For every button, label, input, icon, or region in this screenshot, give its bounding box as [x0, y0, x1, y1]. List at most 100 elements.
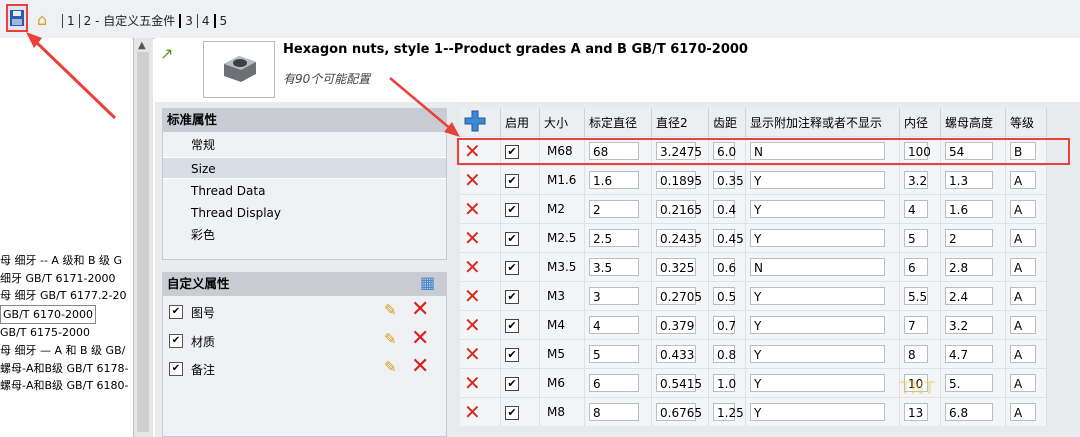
- table-row[interactable]: ✕ ✔ M3.5 3.5 0.325 0.6 N 6 2.8 A: [460, 252, 1047, 282]
- cell-input[interactable]: 2: [945, 229, 993, 247]
- cell-input[interactable]: A: [1010, 258, 1036, 276]
- enabled-checkbox[interactable]: ✔: [505, 347, 519, 362]
- save-button[interactable]: [6, 4, 28, 32]
- cell-input[interactable]: A: [1010, 200, 1036, 218]
- std-item-size[interactable]: Size: [163, 157, 446, 179]
- column-header[interactable]: 直径2: [651, 108, 709, 137]
- cell-input[interactable]: 4: [904, 200, 928, 218]
- cell-input[interactable]: 1.6: [589, 171, 639, 189]
- delete-row-icon[interactable]: ✕: [464, 197, 481, 221]
- column-header[interactable]: 启用: [500, 108, 540, 137]
- table-row[interactable]: ✕ ✔ M8 8 0.6765 1.25 Y 13 6.8 A: [460, 397, 1047, 426]
- cell-input[interactable]: 1.25: [713, 403, 744, 421]
- column-header[interactable]: 显示附加注释或者不显示: [745, 108, 900, 137]
- cell-input[interactable]: Y: [750, 287, 885, 305]
- list-item[interactable]: 螺母-A和B级 GB/T 6178-: [0, 360, 132, 378]
- table-row[interactable]: ✕ ✔ M6 6 0.5415 1.0 Y 10 5. A: [460, 368, 1047, 398]
- column-header[interactable]: 大小: [539, 108, 585, 137]
- tab-1[interactable]: 1: [67, 14, 75, 28]
- cell-input[interactable]: 1.6: [945, 200, 993, 218]
- delete-row-icon[interactable]: ✕: [464, 226, 481, 250]
- cell-input[interactable]: 54: [945, 142, 993, 160]
- cell-input[interactable]: 0.6: [713, 258, 736, 276]
- cell-input[interactable]: 0.5415: [656, 374, 702, 392]
- vertical-scrollbar[interactable]: ▲: [133, 38, 153, 437]
- cell-input[interactable]: 0.2165: [656, 200, 702, 218]
- cell-input[interactable]: Y: [750, 345, 885, 363]
- cell-input[interactable]: 6: [904, 258, 928, 276]
- cell-input[interactable]: 0.2435: [656, 229, 702, 247]
- cell-input[interactable]: Y: [750, 229, 885, 247]
- cell-input[interactable]: B: [1010, 142, 1036, 160]
- cell-input[interactable]: 0.45: [713, 229, 744, 247]
- home-icon[interactable]: ⌂: [37, 10, 47, 29]
- cell-input[interactable]: 2.8: [945, 258, 993, 276]
- cell-input[interactable]: A: [1010, 403, 1036, 421]
- column-header[interactable]: 等级: [1005, 108, 1047, 137]
- delete-icon[interactable]: ✕: [411, 356, 429, 378]
- add-row-button[interactable]: [460, 108, 501, 137]
- cell-input[interactable]: 5: [589, 345, 639, 363]
- enabled-checkbox[interactable]: ✔: [505, 405, 519, 420]
- enabled-checkbox[interactable]: ✔: [505, 231, 519, 246]
- enabled-checkbox[interactable]: ✔: [505, 260, 519, 275]
- table-row[interactable]: ✕ ✔ M2 2 0.2165 0.4 Y 4 1.6 A: [460, 194, 1047, 224]
- column-header[interactable]: 齿距: [708, 108, 746, 137]
- cell-input[interactable]: N: [750, 142, 885, 160]
- cell-input[interactable]: 8: [589, 403, 639, 421]
- column-header[interactable]: 内径: [899, 108, 941, 137]
- delete-row-icon[interactable]: ✕: [464, 371, 481, 395]
- delete-row-icon[interactable]: ✕: [464, 255, 481, 279]
- cell-input[interactable]: 2.5: [589, 229, 639, 247]
- table-row[interactable]: ✕ ✔ M1.6 1.6 0.1895 0.35 Y 3.2 1.3 A: [460, 165, 1047, 195]
- cell-input[interactable]: N: [750, 258, 885, 276]
- cell-input[interactable]: 68: [589, 142, 639, 160]
- delete-row-icon[interactable]: ✕: [464, 284, 481, 308]
- cell-input[interactable]: 0.8: [713, 345, 736, 363]
- cell-input[interactable]: 2: [589, 200, 639, 218]
- enabled-checkbox[interactable]: ✔: [505, 144, 519, 159]
- edit-icon[interactable]: ✎: [384, 358, 397, 376]
- scroll-up-icon[interactable]: ▲: [138, 40, 146, 51]
- custom-prop-checkbox[interactable]: ✔: [169, 305, 183, 319]
- list-item[interactable]: 母 细牙 — A 和 B 级 GB/: [0, 342, 132, 360]
- cell-input[interactable]: 5: [904, 229, 928, 247]
- enabled-checkbox[interactable]: ✔: [505, 318, 519, 333]
- cell-input[interactable]: A: [1010, 287, 1036, 305]
- list-item[interactable]: 母 细牙 -- A 级和 B 级 G: [0, 252, 132, 270]
- cell-input[interactable]: A: [1010, 316, 1036, 334]
- enabled-checkbox[interactable]: ✔: [505, 173, 519, 188]
- cell-input[interactable]: Y: [750, 316, 885, 334]
- delete-icon[interactable]: ✕: [411, 328, 429, 350]
- cell-input[interactable]: 3.2475: [656, 142, 702, 160]
- cell-input[interactable]: 2.4: [945, 287, 993, 305]
- cell-input[interactable]: 5.5: [904, 287, 928, 305]
- cell-input[interactable]: 4: [589, 316, 639, 334]
- custom-prop-checkbox[interactable]: ✔: [169, 362, 183, 376]
- cell-input[interactable]: 3.5: [589, 258, 639, 276]
- cell-input[interactable]: 5.: [945, 374, 993, 392]
- up-level-icon[interactable]: ↗: [160, 44, 173, 63]
- table-row[interactable]: ✕ ✔ M4 4 0.379 0.7 Y 7 3.2 A: [460, 310, 1047, 340]
- cell-input[interactable]: 0.2705: [656, 287, 702, 305]
- cell-input[interactable]: 0.379: [656, 316, 696, 334]
- enabled-checkbox[interactable]: ✔: [505, 202, 519, 217]
- list-item[interactable]: 螺母-A和B级 GB/T 6180-: [0, 377, 132, 395]
- list-item[interactable]: 母 细牙 GB/T 6177.2-20: [0, 287, 132, 305]
- cell-input[interactable]: 3.2: [945, 316, 993, 334]
- cell-input[interactable]: A: [1010, 171, 1036, 189]
- cell-input[interactable]: Y: [750, 200, 885, 218]
- cell-input[interactable]: Y: [750, 403, 885, 421]
- cell-input[interactable]: 0.4: [713, 200, 736, 218]
- cell-input[interactable]: 0.35: [713, 171, 744, 189]
- std-item-general[interactable]: 常规: [163, 134, 446, 156]
- delete-row-icon[interactable]: ✕: [464, 400, 481, 424]
- cell-input[interactable]: 7: [904, 316, 928, 334]
- tab-4[interactable]: 4: [202, 14, 210, 28]
- edit-icon[interactable]: ✎: [384, 301, 397, 319]
- cell-input[interactable]: Y: [750, 171, 885, 189]
- cell-input[interactable]: 0.7: [713, 316, 736, 334]
- column-header[interactable]: 螺母高度: [940, 108, 1006, 137]
- cell-input[interactable]: 100: [904, 142, 931, 160]
- delete-row-icon[interactable]: ✕: [464, 168, 481, 192]
